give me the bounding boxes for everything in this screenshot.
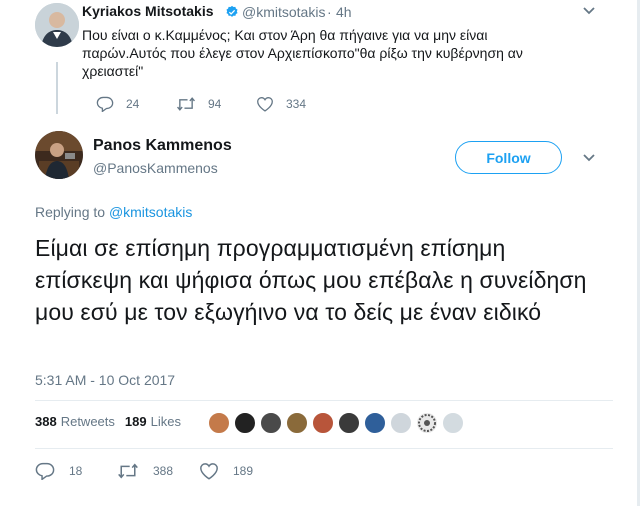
replying-to: Replying to @kmitsotakis	[35, 204, 192, 220]
likes-stat-label: Likes	[150, 414, 181, 429]
likes-stat[interactable]: 189 Likes	[125, 414, 181, 429]
reply-icon	[96, 96, 114, 112]
main-tweet-timestamp[interactable]: 5:31 AM - 10 Oct 2017	[35, 372, 175, 388]
reply-icon	[35, 462, 55, 480]
chevron-down-icon[interactable]	[582, 6, 596, 16]
heart-icon	[257, 97, 273, 112]
liker-avatar[interactable]	[441, 411, 465, 435]
retweets-stat-count: 388	[35, 414, 57, 429]
likes-stat-count: 189	[124, 414, 147, 429]
parent-like-count: 334	[286, 97, 307, 111]
like-count: 189	[233, 464, 254, 478]
liker-avatar[interactable]	[389, 411, 413, 435]
divider	[35, 400, 613, 401]
engagement-stats: 388 Retweets 189 Likes	[35, 414, 191, 429]
retweet-button[interactable]: 388	[117, 462, 173, 480]
parent-tweet-time[interactable]: 4h	[336, 4, 352, 20]
liker-avatar[interactable]	[207, 411, 231, 435]
parent-retweet-count: 94	[208, 97, 222, 111]
parent-retweet-button[interactable]: 94	[176, 96, 221, 112]
parent-time-separator: ·	[327, 4, 332, 20]
parent-reply-count: 24	[126, 97, 140, 111]
heart-icon	[200, 463, 218, 480]
main-tweet-text: Είμαι σε επίσημη προγραμματισμένη επίσημ…	[35, 235, 587, 325]
replying-to-link[interactable]: @kmitsotakis	[109, 204, 192, 220]
thread-connector	[56, 62, 58, 114]
liker-avatar[interactable]	[285, 411, 309, 435]
retweet-count: 388	[153, 464, 174, 478]
parent-author-handle[interactable]: @kmitsotakis	[242, 4, 325, 20]
like-button[interactable]: 189	[199, 462, 253, 480]
main-author-handle[interactable]: @PanosKammenos	[93, 160, 218, 176]
parent-author-name[interactable]: Kyriakos Mitsotakis	[82, 3, 214, 19]
chevron-down-icon[interactable]	[582, 153, 596, 163]
main-author-name[interactable]: Panos Kammenos	[93, 137, 232, 155]
replying-to-prefix: Replying to	[35, 204, 106, 220]
retweets-stat-label: Retweets	[60, 414, 115, 429]
parent-like-button[interactable]: 334	[256, 96, 306, 112]
liker-avatar[interactable]	[311, 411, 335, 435]
reply-count: 18	[69, 464, 83, 478]
liker-avatar[interactable]	[415, 411, 439, 435]
reply-button[interactable]: 18	[35, 462, 82, 480]
retweet-icon	[118, 463, 138, 479]
liker-avatar[interactable]	[337, 411, 361, 435]
parent-author-avatar[interactable]	[35, 3, 79, 47]
liker-avatar[interactable]	[233, 411, 257, 435]
parent-tweet-text: Που είναι ο κ.Καμμένος; Και στον Άρη θα …	[82, 27, 523, 79]
divider	[35, 448, 613, 449]
verified-badge-icon	[226, 5, 238, 17]
liker-avatar[interactable]	[259, 411, 283, 435]
main-author-avatar[interactable]	[35, 131, 83, 179]
parent-reply-button[interactable]: 24	[96, 96, 139, 112]
retweets-stat[interactable]: 388 Retweets	[35, 414, 115, 429]
retweet-icon	[177, 97, 195, 111]
follow-button[interactable]: Follow	[455, 141, 562, 174]
liker-avatar[interactable]	[363, 411, 387, 435]
